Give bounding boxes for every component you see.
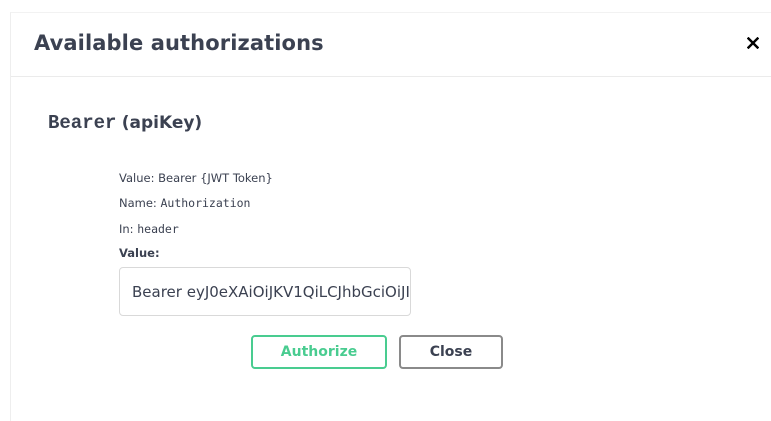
value-description: Bearer {JWT Token} [158, 171, 273, 185]
header-name-label: Name: [119, 196, 157, 210]
location-line: In: header [119, 222, 179, 236]
token-value-input[interactable] [119, 267, 411, 316]
scheme-name: Bearer [48, 112, 117, 134]
value-description-line: Value: Bearer {JWT Token} [119, 171, 273, 185]
authorize-button[interactable]: Authorize [251, 335, 387, 369]
header-name-value: Authorization [160, 196, 251, 210]
value-input-label: Value: [119, 246, 160, 260]
close-button[interactable]: Close [399, 335, 503, 369]
close-x-glyph [747, 37, 759, 49]
scheme-title: Bearer (apiKey) [48, 112, 202, 134]
close-x-icon[interactable] [742, 31, 764, 55]
authorization-modal: Available authorizations [10, 12, 771, 421]
location-value: header [137, 222, 179, 236]
modal-header: Available authorizations [11, 13, 771, 77]
location-label: In: [119, 222, 134, 236]
header-name-line: Name: Authorization [119, 196, 250, 210]
modal-title: Available authorizations [34, 31, 324, 55]
scheme-type: (apiKey) [121, 113, 203, 133]
value-description-label: Value: [119, 171, 155, 185]
